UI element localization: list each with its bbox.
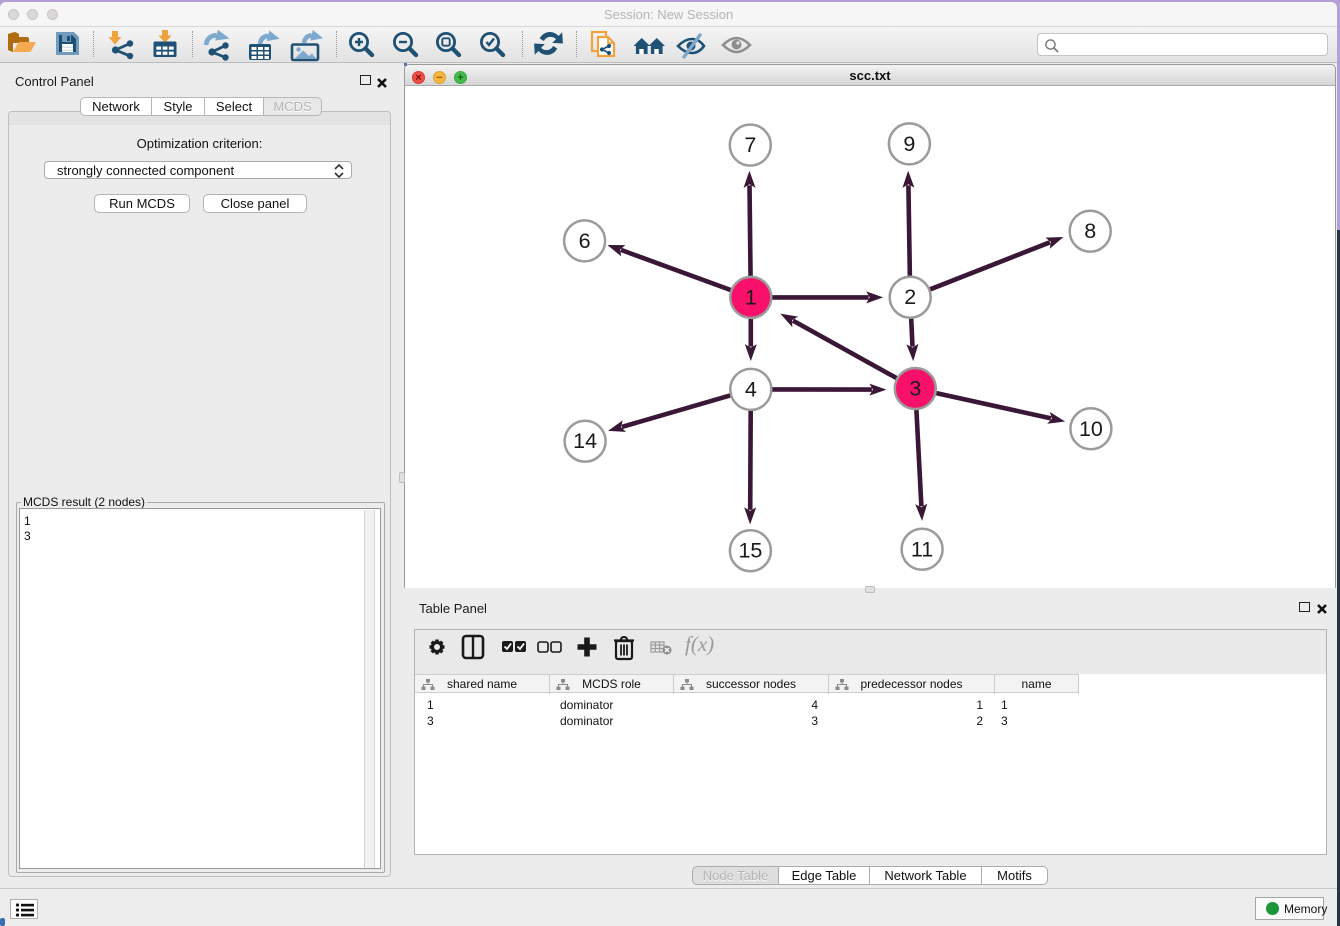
- svg-text:4: 4: [745, 377, 757, 401]
- svg-text:2: 2: [904, 285, 916, 309]
- svg-text:1: 1: [745, 285, 757, 309]
- svg-text:3: 3: [909, 377, 921, 401]
- svg-text:14: 14: [573, 429, 597, 453]
- svg-text:11: 11: [911, 537, 933, 561]
- svg-text:9: 9: [903, 132, 915, 156]
- svg-text:15: 15: [738, 539, 762, 563]
- svg-text:6: 6: [579, 229, 591, 253]
- svg-text:7: 7: [744, 133, 756, 157]
- svg-text:8: 8: [1084, 219, 1096, 243]
- svg-text:10: 10: [1079, 417, 1103, 441]
